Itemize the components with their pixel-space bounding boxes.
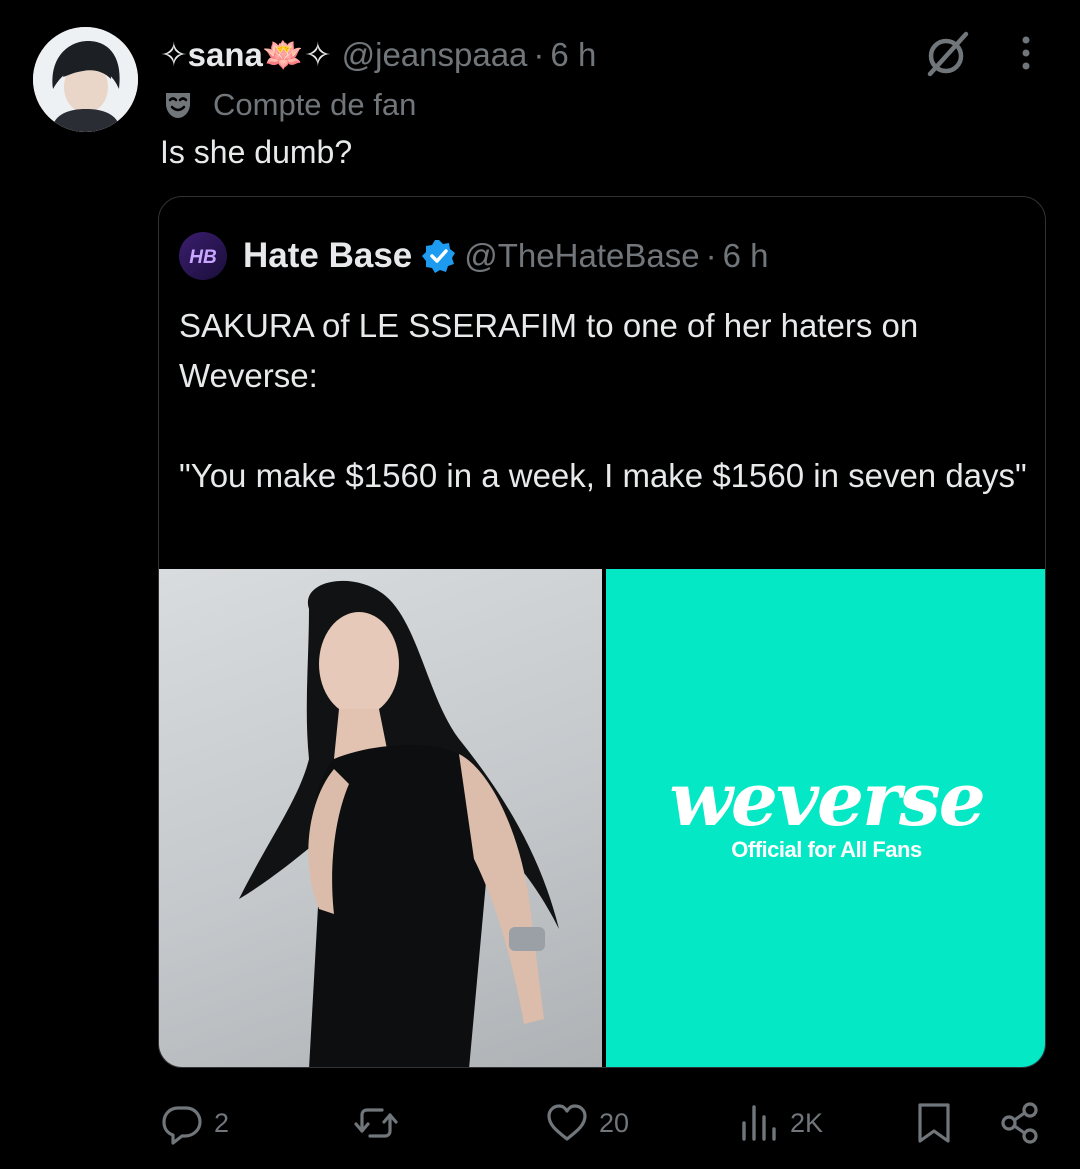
woman-in-black-dress-photo (239, 580, 559, 1067)
quoted-post-header: HB Hate Base @TheHateBase · 6 h (179, 232, 769, 280)
quoted-author-handle[interactable]: @TheHateBase (464, 237, 699, 275)
quoted-post-time[interactable]: 6 h (723, 237, 769, 275)
quoted-separator-dot: · (705, 237, 717, 274)
quoted-text-line: "You make $1560 in a week, I make $1560 … (179, 457, 1027, 494)
repost-button[interactable] (354, 1098, 408, 1148)
post-text: Is she dumb? (160, 134, 353, 170)
repost-icon (354, 1108, 398, 1138)
grok-icon[interactable] (922, 28, 974, 80)
like-button[interactable]: 20 (545, 1098, 629, 1148)
reply-button[interactable]: 2 (160, 1098, 229, 1148)
bookmark-button[interactable] (912, 1098, 956, 1148)
quoted-author-avatar[interactable]: HB (179, 232, 227, 280)
like-count: 20 (599, 1107, 630, 1138)
bookmark-icon (918, 1103, 950, 1143)
post-header: ✧sana🪷✧ @jeanspaaa · 6 h (160, 30, 596, 80)
reply-count: 2 (214, 1107, 230, 1138)
tweet[interactable]: ✧sana🪷✧ @jeanspaaa · 6 h Compte de fan I… (0, 0, 1080, 1169)
heart-icon (547, 1104, 587, 1141)
share-button[interactable] (998, 1098, 1042, 1148)
quoted-avatar-text: HB (189, 247, 217, 268)
more-options-icon[interactable] (1010, 32, 1042, 74)
action-bar: 2 20 2K (0, 1098, 1080, 1148)
separator-dot: · (533, 36, 545, 73)
user-avatar-photo (33, 27, 138, 132)
reply-icon (162, 1106, 202, 1145)
media-image-photo[interactable] (159, 569, 602, 1067)
views-button[interactable]: 2K (736, 1098, 823, 1148)
weverse-logo: weverse (669, 757, 986, 843)
share-icon (1001, 1102, 1038, 1144)
user-avatar[interactable] (33, 27, 138, 132)
media-image-weverse[interactable]: weverse Official for All Fans (606, 569, 1045, 1067)
fan-account-label: Compte de fan (213, 87, 417, 122)
weverse-tagline: Official for All Fans (731, 837, 922, 862)
post-time[interactable]: 6 h (550, 36, 596, 74)
author-display-name[interactable]: ✧sana🪷✧ (160, 35, 332, 75)
author-handle[interactable]: @jeanspaaa (342, 36, 528, 74)
quoted-post[interactable]: HB Hate Base @TheHateBase · 6 h SAKURA o… (158, 196, 1046, 1068)
quoted-post-text: SAKURA of LE SSERAFIM to one of her hate… (179, 301, 1029, 501)
fan-account-badge: Compte de fan (163, 86, 416, 124)
quoted-author-name[interactable]: Hate Base (243, 236, 412, 276)
quoted-text-line: SAKURA of LE SSERAFIM to one of her hate… (179, 307, 919, 394)
verified-badge-icon (422, 240, 456, 273)
views-count: 2K (790, 1107, 824, 1138)
bar-chart-icon (742, 1105, 776, 1141)
theater-mask-icon (166, 93, 190, 118)
